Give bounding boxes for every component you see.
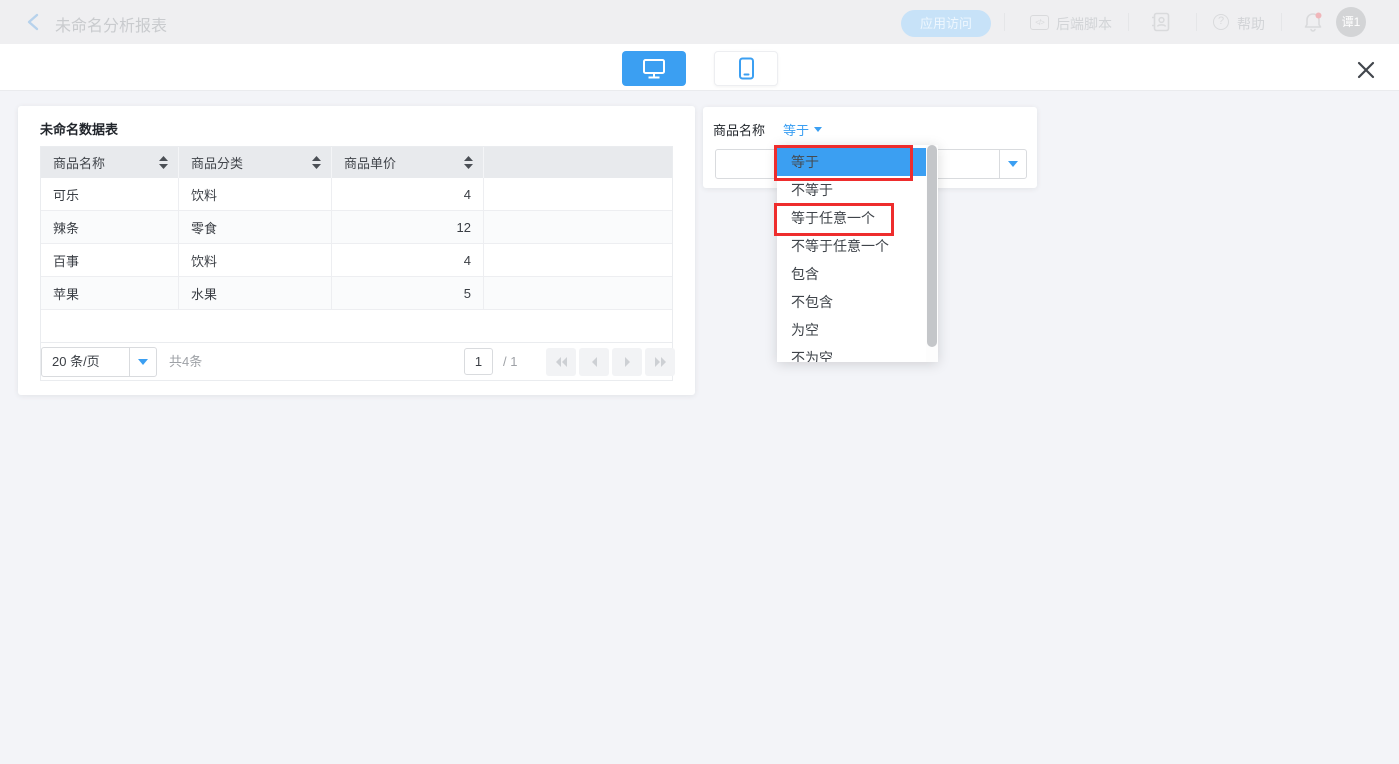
close-button[interactable] bbox=[1352, 56, 1380, 84]
double-chevron-right-icon bbox=[654, 357, 667, 367]
chevron-right-icon bbox=[621, 357, 634, 367]
annotation-box-equals-any bbox=[774, 203, 894, 236]
cell-product-price: 12 bbox=[332, 211, 484, 243]
dropdown-option-is-not-empty[interactable]: 不为空 bbox=[777, 344, 926, 362]
back-icon[interactable] bbox=[24, 12, 44, 32]
cell-empty bbox=[484, 244, 672, 276]
header-divider bbox=[1196, 13, 1197, 31]
sort-icon[interactable] bbox=[159, 156, 168, 169]
cell-product-name: 可乐 bbox=[41, 178, 179, 210]
dropdown-scrollbar-thumb[interactable] bbox=[927, 145, 937, 347]
header-divider bbox=[1128, 13, 1129, 31]
backend-script-button[interactable]: 后端脚本 bbox=[1056, 14, 1112, 34]
filter-operator-value: 等于 bbox=[783, 120, 809, 139]
cell-product-category: 饮料 bbox=[179, 178, 332, 210]
pagination-bar: 20 条/页 共4条 1 / 1 bbox=[41, 342, 672, 380]
column-header-empty bbox=[484, 147, 672, 178]
next-page-button[interactable] bbox=[612, 348, 642, 376]
first-page-button[interactable] bbox=[546, 348, 576, 376]
close-icon bbox=[1356, 60, 1376, 80]
report-title: 未命名分析报表 bbox=[55, 12, 167, 36]
header-divider bbox=[1281, 13, 1282, 31]
avatar[interactable]: 谭1 bbox=[1336, 7, 1366, 37]
cell-product-price: 4 bbox=[332, 178, 484, 210]
dropdown-scrollbar-track[interactable] bbox=[926, 145, 938, 362]
column-header-product-price[interactable]: 商品单价 bbox=[332, 147, 484, 178]
page-total-label: / 1 bbox=[503, 343, 517, 381]
cell-product-price: 4 bbox=[332, 244, 484, 276]
help-icon[interactable]: ? bbox=[1213, 14, 1229, 30]
table-empty-space bbox=[41, 310, 672, 342]
contacts-icon[interactable] bbox=[1151, 12, 1171, 32]
notification-bell-icon[interactable] bbox=[1302, 11, 1324, 33]
dropdown-option-not-contains[interactable]: 不包含 bbox=[777, 288, 926, 316]
mobile-toggle-button[interactable] bbox=[714, 51, 778, 86]
column-header-label: 商品分类 bbox=[191, 153, 243, 172]
help-button[interactable]: 帮助 bbox=[1237, 14, 1265, 34]
sort-icon[interactable] bbox=[464, 156, 473, 169]
total-count-label: 共4条 bbox=[169, 343, 202, 381]
table-header-row: 商品名称 商品分类 商品单价 bbox=[41, 147, 672, 178]
cell-product-name: 苹果 bbox=[41, 277, 179, 309]
data-table-title: 未命名数据表 bbox=[40, 119, 118, 138]
code-icon: </> bbox=[1030, 15, 1049, 30]
last-page-button[interactable] bbox=[645, 348, 675, 376]
cell-product-name: 百事 bbox=[41, 244, 179, 276]
column-header-label: 商品单价 bbox=[344, 153, 396, 172]
chevron-down-icon bbox=[814, 127, 822, 136]
annotation-box-equals bbox=[774, 145, 913, 181]
chevron-down-icon bbox=[138, 359, 148, 370]
cell-empty bbox=[484, 277, 672, 309]
dropdown-option-not-equals-any[interactable]: 不等于任意一个 bbox=[777, 232, 926, 260]
cell-product-category: 饮料 bbox=[179, 244, 332, 276]
notification-dot bbox=[1316, 13, 1322, 19]
cell-product-name: 辣条 bbox=[41, 211, 179, 243]
cell-product-category: 零食 bbox=[179, 211, 332, 243]
dropdown-option-is-empty[interactable]: 为空 bbox=[777, 316, 926, 344]
cell-empty bbox=[484, 178, 672, 210]
chevron-down-icon bbox=[1008, 161, 1018, 172]
header-divider bbox=[1004, 13, 1005, 31]
app-window: 未命名分析报表 应用访问 </> 后端脚本 ? 帮助 谭1 bbox=[0, 0, 1399, 764]
data-table-card: 未命名数据表 商品名称 商品分类 商品单价 bbox=[18, 106, 695, 395]
page-size-caret[interactable] bbox=[129, 348, 156, 376]
page-size-select[interactable]: 20 条/页 bbox=[41, 347, 157, 377]
filter-field-label: 商品名称 bbox=[713, 120, 765, 139]
cell-product-price: 5 bbox=[332, 277, 484, 309]
table-row: 苹果 水果 5 bbox=[41, 277, 672, 310]
prev-page-button[interactable] bbox=[579, 348, 609, 376]
data-table: 商品名称 商品分类 商品单价 bbox=[40, 146, 673, 381]
app-header: 未命名分析报表 应用访问 </> 后端脚本 ? 帮助 谭1 bbox=[0, 0, 1399, 44]
filter-select-caret[interactable] bbox=[999, 150, 1026, 178]
desktop-monitor-icon bbox=[642, 58, 666, 80]
column-header-label: 商品名称 bbox=[53, 153, 105, 172]
desktop-toggle-button[interactable] bbox=[622, 51, 686, 86]
cell-product-category: 水果 bbox=[179, 277, 332, 309]
table-row: 辣条 零食 12 bbox=[41, 211, 672, 244]
table-row: 百事 饮料 4 bbox=[41, 244, 672, 277]
chevron-left-icon bbox=[588, 357, 601, 367]
dropdown-option-contains[interactable]: 包含 bbox=[777, 260, 926, 288]
page-number-input[interactable]: 1 bbox=[464, 348, 493, 375]
page-size-value: 20 条/页 bbox=[42, 348, 129, 376]
app-access-button[interactable]: 应用访问 bbox=[901, 10, 991, 37]
column-header-product-name[interactable]: 商品名称 bbox=[41, 147, 179, 178]
filter-operator-button[interactable]: 等于 bbox=[783, 120, 822, 139]
double-chevron-left-icon bbox=[555, 357, 568, 367]
column-header-product-category[interactable]: 商品分类 bbox=[179, 147, 332, 178]
cell-empty bbox=[484, 211, 672, 243]
table-row: 可乐 饮料 4 bbox=[41, 178, 672, 211]
mobile-phone-icon bbox=[738, 57, 755, 80]
preview-toolbar bbox=[0, 44, 1399, 91]
sort-icon[interactable] bbox=[312, 156, 321, 169]
